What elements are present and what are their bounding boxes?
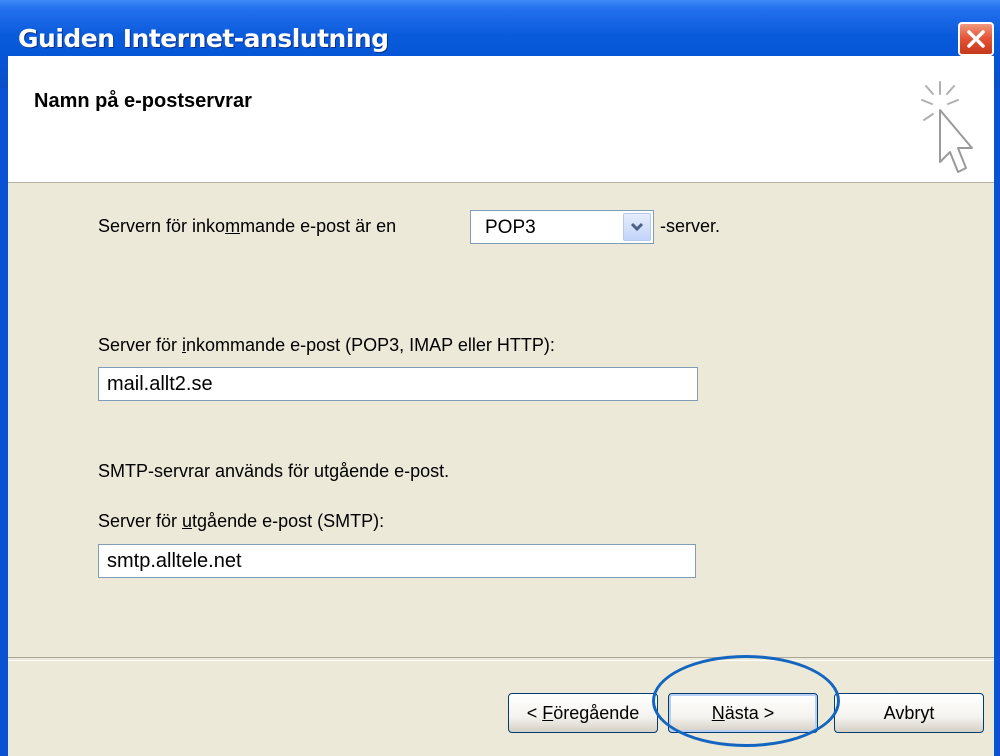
window-title: Guiden Internet-anslutning — [18, 24, 389, 53]
outgoing-server-input[interactable] — [99, 545, 695, 577]
close-button[interactable] — [958, 22, 994, 56]
close-icon — [967, 30, 985, 48]
smtp-info-text: SMTP-servrar används för utgående e-post… — [98, 461, 450, 481]
dropdown-button[interactable] — [623, 213, 651, 241]
button-separator — [8, 657, 994, 661]
incoming-server-type-value: POP3 — [485, 217, 536, 238]
page-title: Namn på e-postservrar — [34, 90, 252, 112]
next-button[interactable]: Nästa > — [668, 693, 818, 733]
wizard-window: Guiden Internet-anslutning Namn på e-pos… — [0, 0, 1000, 756]
back-button[interactable]: < Föregående — [508, 693, 658, 733]
wizard-header: Namn på e-postservrar — [8, 56, 994, 183]
incoming-type-label: Servern för inkommande e-post är en — [98, 216, 397, 236]
incoming-server-type-select[interactable]: POP3 — [470, 210, 654, 244]
outgoing-server-label: Server för utgående e-post (SMTP): — [98, 511, 385, 531]
server-suffix-label: -server. — [660, 216, 721, 236]
incoming-server-label: Server för inkommande e-post (POP3, IMAP… — [98, 335, 555, 355]
cancel-button[interactable]: Avbryt — [834, 693, 984, 733]
chevron-down-icon — [630, 222, 644, 232]
incoming-server-field[interactable] — [98, 367, 698, 401]
wizard-cursor-icon — [921, 81, 973, 173]
incoming-server-input[interactable] — [99, 368, 697, 400]
outgoing-server-field[interactable] — [98, 544, 696, 578]
